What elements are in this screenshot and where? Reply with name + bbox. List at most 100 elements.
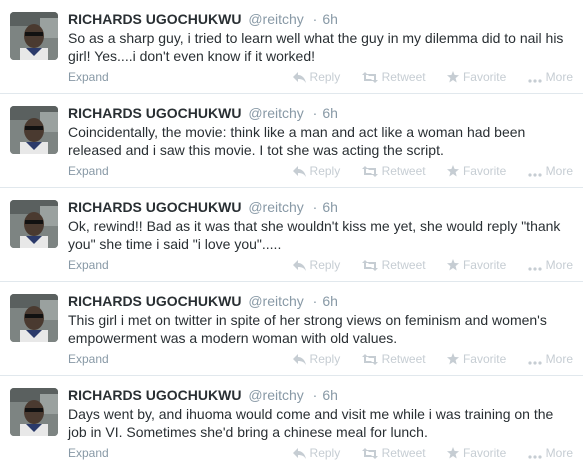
retweet-icon — [361, 354, 378, 368]
author-name[interactable]: RICHARDS UGOCHUKWU — [68, 199, 241, 215]
tweet-footer: Expand Reply Retweet Favorite More — [68, 446, 573, 462]
reply-icon — [292, 448, 306, 462]
author-name[interactable]: RICHARDS UGOCHUKWU — [68, 387, 241, 403]
author-handle[interactable]: @reitchy — [248, 387, 303, 403]
tweet-header: RICHARDS UGOCHUKWU @reitchy · 6h — [68, 386, 573, 404]
expand-link[interactable]: Expand — [68, 258, 109, 272]
tweet-content: RICHARDS UGOCHUKWU @reitchy · 6h Coincide… — [68, 104, 573, 159]
reply-button[interactable]: Reply — [292, 352, 340, 368]
tweet-text: So as a sharp guy, i tried to learn well… — [68, 30, 564, 64]
reply-button[interactable]: Reply — [292, 70, 341, 86]
reply-button[interactable]: Reply — [292, 258, 341, 274]
reply-label: Reply — [309, 70, 341, 84]
tweet-time[interactable]: 6h — [322, 11, 338, 27]
favorite-button[interactable]: Favorite — [446, 258, 507, 274]
tweet-time[interactable]: 6h — [322, 293, 338, 309]
tweet-time[interactable]: 6h — [322, 199, 338, 215]
retweet-icon — [361, 448, 378, 462]
author-handle[interactable]: @reitchy — [248, 105, 303, 121]
retweet-label: Retweet — [381, 352, 426, 366]
tweet-actions: Reply Retweet Favorite More — [275, 258, 573, 274]
more-label: More — [545, 70, 573, 84]
reply-icon — [292, 260, 306, 274]
star-icon — [446, 353, 459, 368]
tweet: RICHARDS UGOCHUKWU @reitchy · 6h Coincide… — [0, 94, 583, 188]
separator: · — [312, 387, 318, 403]
tweet-actions: Reply Retweet Favorite More — [275, 164, 573, 180]
retweet-button[interactable]: Retweet — [361, 70, 426, 86]
tweet-text: Days went by, and ihuoma would come and … — [68, 406, 554, 440]
tweet-footer: Expand Reply Retweet Favorite More — [68, 258, 573, 274]
more-button[interactable]: More — [528, 164, 573, 180]
more-dots-icon — [528, 354, 542, 368]
retweet-button[interactable]: Retweet — [361, 164, 426, 180]
separator: · — [312, 11, 318, 27]
tweet-text: Coincidentally, the movie: think like a … — [68, 124, 526, 158]
favorite-label: Favorite — [462, 352, 507, 366]
reply-label: Reply — [309, 258, 341, 272]
favorite-button[interactable]: Favorite — [446, 164, 507, 180]
expand-link[interactable]: Expand — [68, 446, 109, 460]
star-icon — [446, 447, 459, 462]
reply-label: Reply — [309, 446, 341, 460]
tweet-actions: Reply Retweet Favorite More — [275, 70, 573, 86]
star-icon — [446, 71, 459, 86]
favorite-label: Favorite — [462, 164, 507, 178]
tweet-content: RICHARDS UGOCHUKWU @reitchy · 6h Days wen… — [68, 386, 573, 441]
retweet-label: Retweet — [381, 258, 426, 272]
reply-button[interactable]: Reply — [292, 446, 341, 462]
retweet-label: Retweet — [381, 70, 426, 84]
tweet: RICHARDS UGOCHUKWU @reitchy · 6h Days wen… — [0, 376, 583, 470]
more-button[interactable]: More — [528, 446, 573, 462]
more-dots-icon — [528, 448, 542, 462]
tweet-text: Ok, rewind!! Bad as it was that she woul… — [68, 218, 561, 252]
retweet-button[interactable]: Retweet — [361, 446, 426, 462]
tweet-content: RICHARDS UGOCHUKWU @reitchy · 6h This gir… — [68, 292, 573, 347]
tweet-time[interactable]: 6h — [322, 387, 338, 403]
favorite-button[interactable]: Favorite — [446, 70, 507, 86]
tweet-content: RICHARDS UGOCHUKWU @reitchy · 6h So as a … — [68, 10, 573, 65]
retweet-label: Retweet — [381, 164, 426, 178]
more-button[interactable]: More — [528, 352, 573, 368]
retweet-button[interactable]: Retweet — [361, 352, 426, 368]
avatar[interactable] — [10, 106, 58, 154]
more-button[interactable]: More — [528, 70, 573, 86]
tweet: RICHARDS UGOCHUKWU @reitchy · 6h Ok, rewi… — [0, 188, 583, 282]
tweet-footer: Expand Reply Retweet Favorite More — [68, 352, 573, 368]
tweet-time[interactable]: 6h — [322, 105, 338, 121]
tweet-footer: Expand Reply Retweet Favorite More — [68, 70, 573, 86]
more-button[interactable]: More — [528, 258, 573, 274]
favorite-label: Favorite — [462, 70, 507, 84]
more-dots-icon — [528, 260, 542, 274]
tweet-footer: Expand Reply Retweet Favorite More — [68, 164, 573, 180]
favorite-button[interactable]: Favorite — [446, 446, 507, 462]
author-handle[interactable]: @reitchy — [248, 11, 303, 27]
favorite-label: Favorite — [462, 258, 507, 272]
more-label: More — [545, 258, 573, 272]
author-handle[interactable]: @reitchy — [248, 199, 303, 215]
expand-link[interactable]: Expand — [68, 70, 109, 84]
more-dots-icon — [528, 72, 542, 86]
reply-icon — [292, 72, 306, 86]
retweet-button[interactable]: Retweet — [361, 258, 426, 274]
expand-link[interactable]: Expand — [68, 164, 109, 178]
author-name[interactable]: RICHARDS UGOCHUKWU — [68, 293, 241, 309]
favorite-label: Favorite — [462, 446, 507, 460]
author-handle[interactable]: @reitchy — [248, 293, 303, 309]
separator: · — [312, 293, 318, 309]
reply-button[interactable]: Reply — [292, 164, 340, 180]
avatar[interactable] — [10, 200, 58, 248]
tweet-header: RICHARDS UGOCHUKWU @reitchy · 6h — [68, 104, 573, 122]
favorite-button[interactable]: Favorite — [446, 352, 507, 368]
avatar[interactable] — [10, 12, 58, 60]
avatar[interactable] — [10, 294, 58, 342]
tweet-actions: Reply Retweet Favorite More — [275, 352, 573, 368]
author-name[interactable]: RICHARDS UGOCHUKWU — [68, 105, 241, 121]
star-icon — [446, 165, 459, 180]
tweet-text: This girl i met on twitter in spite of h… — [68, 312, 547, 346]
avatar[interactable] — [10, 388, 58, 436]
retweet-icon — [361, 166, 378, 180]
expand-link[interactable]: Expand — [68, 352, 109, 366]
author-name[interactable]: RICHARDS UGOCHUKWU — [68, 11, 241, 27]
separator: · — [312, 199, 318, 215]
